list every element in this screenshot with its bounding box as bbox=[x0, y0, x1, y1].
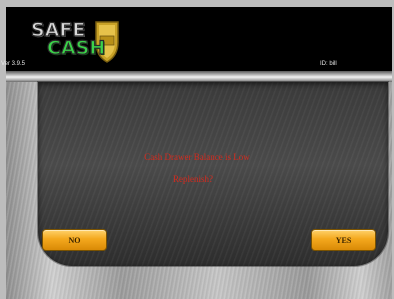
user-id-label: ID: bill bbox=[320, 61, 337, 67]
no-button[interactable]: NO bbox=[42, 229, 107, 251]
version-label: Ver 3.9.5 bbox=[1, 61, 26, 67]
header-divider bbox=[6, 71, 392, 82]
safecash-logo: SAFE CASH bbox=[30, 18, 130, 64]
message-line-1: Cash Drawer Balance is Low bbox=[144, 152, 250, 162]
kiosk-screen: SAFE CASH Ver 3.9.5 ID: bill Cash Drawer… bbox=[0, 0, 394, 299]
yes-button[interactable]: YES bbox=[311, 229, 376, 251]
message-line-2: Replenish? bbox=[173, 174, 213, 184]
logo-word-cash: CASH bbox=[46, 37, 106, 59]
